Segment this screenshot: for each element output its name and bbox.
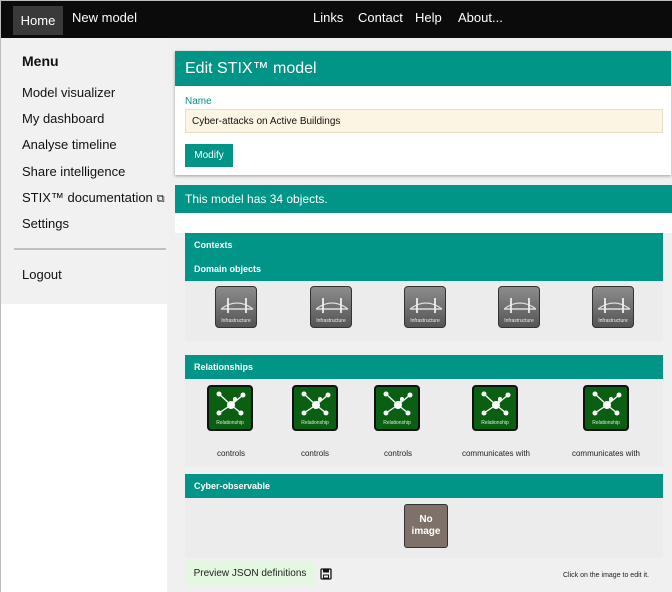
relationship-icon[interactable]: Relationship <box>292 385 338 431</box>
infrastructure-icon[interactable]: Infrastructure <box>215 286 257 328</box>
sidebar-item-logout[interactable]: Logout <box>22 267 62 282</box>
sidebar: Menu Model visualizer My dashboard Analy… <box>1 38 167 341</box>
sidebar-item-model-visualizer[interactable]: Model visualizer <box>22 85 115 100</box>
icon-caption: Infrastructure <box>316 318 346 324</box>
icon-caption: Relationship <box>216 420 244 426</box>
nav-links[interactable]: Links <box>313 10 343 25</box>
nav-home[interactable]: Home <box>13 6 63 35</box>
domain-objects-panel: Infrastructure Infrastructure Infrastruc… <box>185 281 663 341</box>
nav-about[interactable]: About... <box>458 10 503 25</box>
icon-caption: Infrastructure <box>221 318 251 324</box>
name-field[interactable] <box>185 109 663 133</box>
external-link-icon: ⧉ <box>156 193 165 205</box>
name-label: Name <box>185 96 212 107</box>
icon-caption: Relationship <box>592 420 620 426</box>
sidebar-item-my-dashboard[interactable]: My dashboard <box>22 111 104 126</box>
icon-caption: Infrastructure <box>598 318 628 324</box>
relationship-icon[interactable]: Relationship <box>583 385 629 431</box>
relationship-label: communicates with <box>571 449 641 458</box>
sidebar-item-stix-documentation[interactable]: STIX™ documentation ⧉ <box>22 190 165 206</box>
sidebar-item-settings[interactable]: Settings <box>22 216 69 231</box>
icon-caption: Infrastructure <box>504 318 534 324</box>
nav-new-model[interactable]: New model <box>72 10 137 25</box>
no-image-placeholder[interactable]: No image <box>404 504 448 548</box>
section-contexts: Contexts <box>185 233 663 257</box>
icon-caption: Relationship <box>383 420 411 426</box>
preview-json-button[interactable]: Preview JSON definitions <box>185 561 315 586</box>
icon-caption: Relationship <box>481 420 509 426</box>
menu-divider <box>14 248 166 250</box>
section-cyber-observable: Cyber-observable <box>185 474 663 498</box>
infrastructure-icon[interactable]: Infrastructure <box>498 286 540 328</box>
relationship-icon[interactable]: Relationship <box>207 385 253 431</box>
sidebar-item-analyse-timeline[interactable]: Analyse timeline <box>22 137 117 152</box>
edit-hint: Click on the image to edit it. <box>563 572 649 579</box>
sidebar-empty-area <box>1 304 167 592</box>
section-domain-objects: Domain objects <box>185 257 663 281</box>
nav-help[interactable]: Help <box>415 10 442 25</box>
section-relationships: Relationships <box>185 355 663 379</box>
modify-button[interactable]: Modify <box>185 144 233 167</box>
infrastructure-icon[interactable]: Infrastructure <box>592 286 634 328</box>
top-navbar: Home New model Links Contact Help About.… <box>1 1 672 38</box>
edit-model-title: Edit STIX™ model <box>175 51 671 86</box>
nav-contact[interactable]: Contact <box>358 10 403 25</box>
edit-model-card: Edit STIX™ model Name Modify <box>175 51 671 175</box>
relationship-label: communicates with <box>461 449 531 458</box>
icon-caption: Relationship <box>301 420 329 426</box>
infrastructure-icon[interactable]: Infrastructure <box>310 286 352 328</box>
sidebar-item-label: STIX™ documentation <box>22 190 153 205</box>
relationship-label: controls <box>383 449 412 458</box>
main-content: Edit STIX™ model Name Modify This model … <box>167 38 672 592</box>
menu-title: Menu <box>22 53 59 69</box>
object-count-banner: This model has 34 objects. <box>175 185 672 213</box>
banner-spacer <box>175 213 672 233</box>
infrastructure-icon[interactable]: Infrastructure <box>404 286 446 328</box>
sidebar-item-share-intelligence[interactable]: Share intelligence <box>22 164 125 179</box>
relationship-icon[interactable]: Relationship <box>472 385 518 431</box>
save-icon[interactable] <box>320 567 332 585</box>
relationship-icon[interactable]: Relationship <box>374 385 420 431</box>
app-frame: Home New model Links Contact Help About.… <box>0 0 672 592</box>
icon-caption: Infrastructure <box>410 318 440 324</box>
